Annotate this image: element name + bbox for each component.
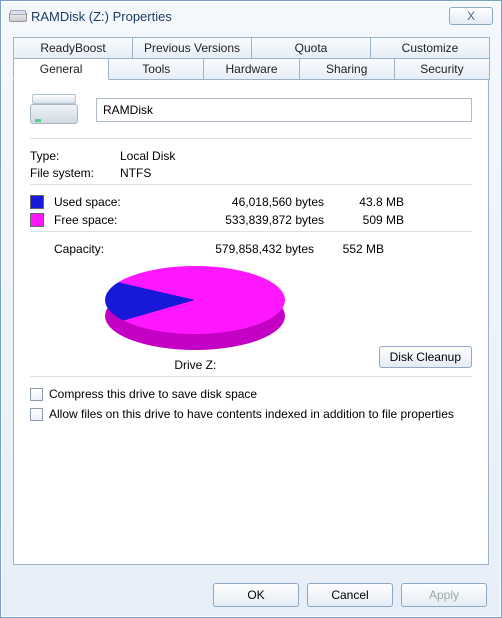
cancel-button[interactable]: Cancel bbox=[307, 583, 393, 607]
divider bbox=[30, 184, 472, 185]
tab-readyboost[interactable]: ReadyBoost bbox=[13, 37, 133, 59]
index-checkbox[interactable] bbox=[30, 408, 43, 421]
properties-dialog: RAMDisk (Z:) Properties X ReadyBoost Pre… bbox=[0, 0, 502, 618]
drive-label: Drive Z: bbox=[174, 358, 216, 372]
tab-previous-versions[interactable]: Previous Versions bbox=[132, 37, 252, 59]
tab-general[interactable]: General bbox=[13, 58, 109, 80]
tab-sharing[interactable]: Sharing bbox=[299, 58, 395, 80]
free-bytes: 533,839,872 bytes bbox=[164, 213, 324, 227]
drive-large-icon bbox=[30, 94, 78, 126]
used-mb: 43.8 MB bbox=[334, 195, 404, 209]
divider bbox=[30, 138, 472, 139]
tab-customize[interactable]: Customize bbox=[370, 37, 490, 59]
content-area: ReadyBoost Previous Versions Quota Custo… bbox=[13, 37, 489, 567]
capacity-bytes: 579,858,432 bytes bbox=[154, 242, 314, 256]
window-title: RAMDisk (Z:) Properties bbox=[31, 9, 449, 24]
disk-cleanup-button[interactable]: Disk Cleanup bbox=[379, 346, 472, 368]
index-label: Allow files on this drive to have conten… bbox=[49, 407, 454, 423]
dialog-footer: OK Cancel Apply bbox=[213, 583, 487, 607]
divider bbox=[30, 376, 472, 377]
free-label: Free space: bbox=[54, 213, 154, 227]
used-label: Used space: bbox=[54, 195, 154, 209]
close-button[interactable]: X bbox=[449, 7, 493, 25]
tab-hardware[interactable]: Hardware bbox=[203, 58, 299, 80]
free-mb: 509 MB bbox=[334, 213, 404, 227]
ok-button[interactable]: OK bbox=[213, 583, 299, 607]
tab-security[interactable]: Security bbox=[394, 58, 490, 80]
capacity-mb: 552 MB bbox=[314, 242, 384, 256]
close-icon: X bbox=[467, 9, 475, 23]
tab-strip: ReadyBoost Previous Versions Quota Custo… bbox=[13, 37, 489, 79]
tab-tools[interactable]: Tools bbox=[108, 58, 204, 80]
type-value: Local Disk bbox=[120, 149, 472, 163]
general-panel: Type: Local Disk File system: NTFS Used … bbox=[13, 79, 489, 565]
capacity-label: Capacity: bbox=[30, 242, 154, 256]
tab-quota[interactable]: Quota bbox=[251, 37, 371, 59]
compress-checkbox[interactable] bbox=[30, 388, 43, 401]
used-bytes: 46,018,560 bytes bbox=[164, 195, 324, 209]
type-label: Type: bbox=[30, 149, 120, 163]
free-swatch-icon bbox=[30, 213, 44, 227]
drive-name-input[interactable] bbox=[96, 98, 472, 122]
used-swatch-icon bbox=[30, 195, 44, 209]
filesystem-value: NTFS bbox=[120, 166, 472, 180]
titlebar: RAMDisk (Z:) Properties X bbox=[1, 1, 501, 31]
usage-pie-chart bbox=[105, 266, 285, 350]
drive-icon bbox=[9, 10, 25, 22]
apply-button: Apply bbox=[401, 583, 487, 607]
compress-label: Compress this drive to save disk space bbox=[49, 387, 257, 403]
filesystem-label: File system: bbox=[30, 166, 120, 180]
divider bbox=[30, 231, 472, 232]
